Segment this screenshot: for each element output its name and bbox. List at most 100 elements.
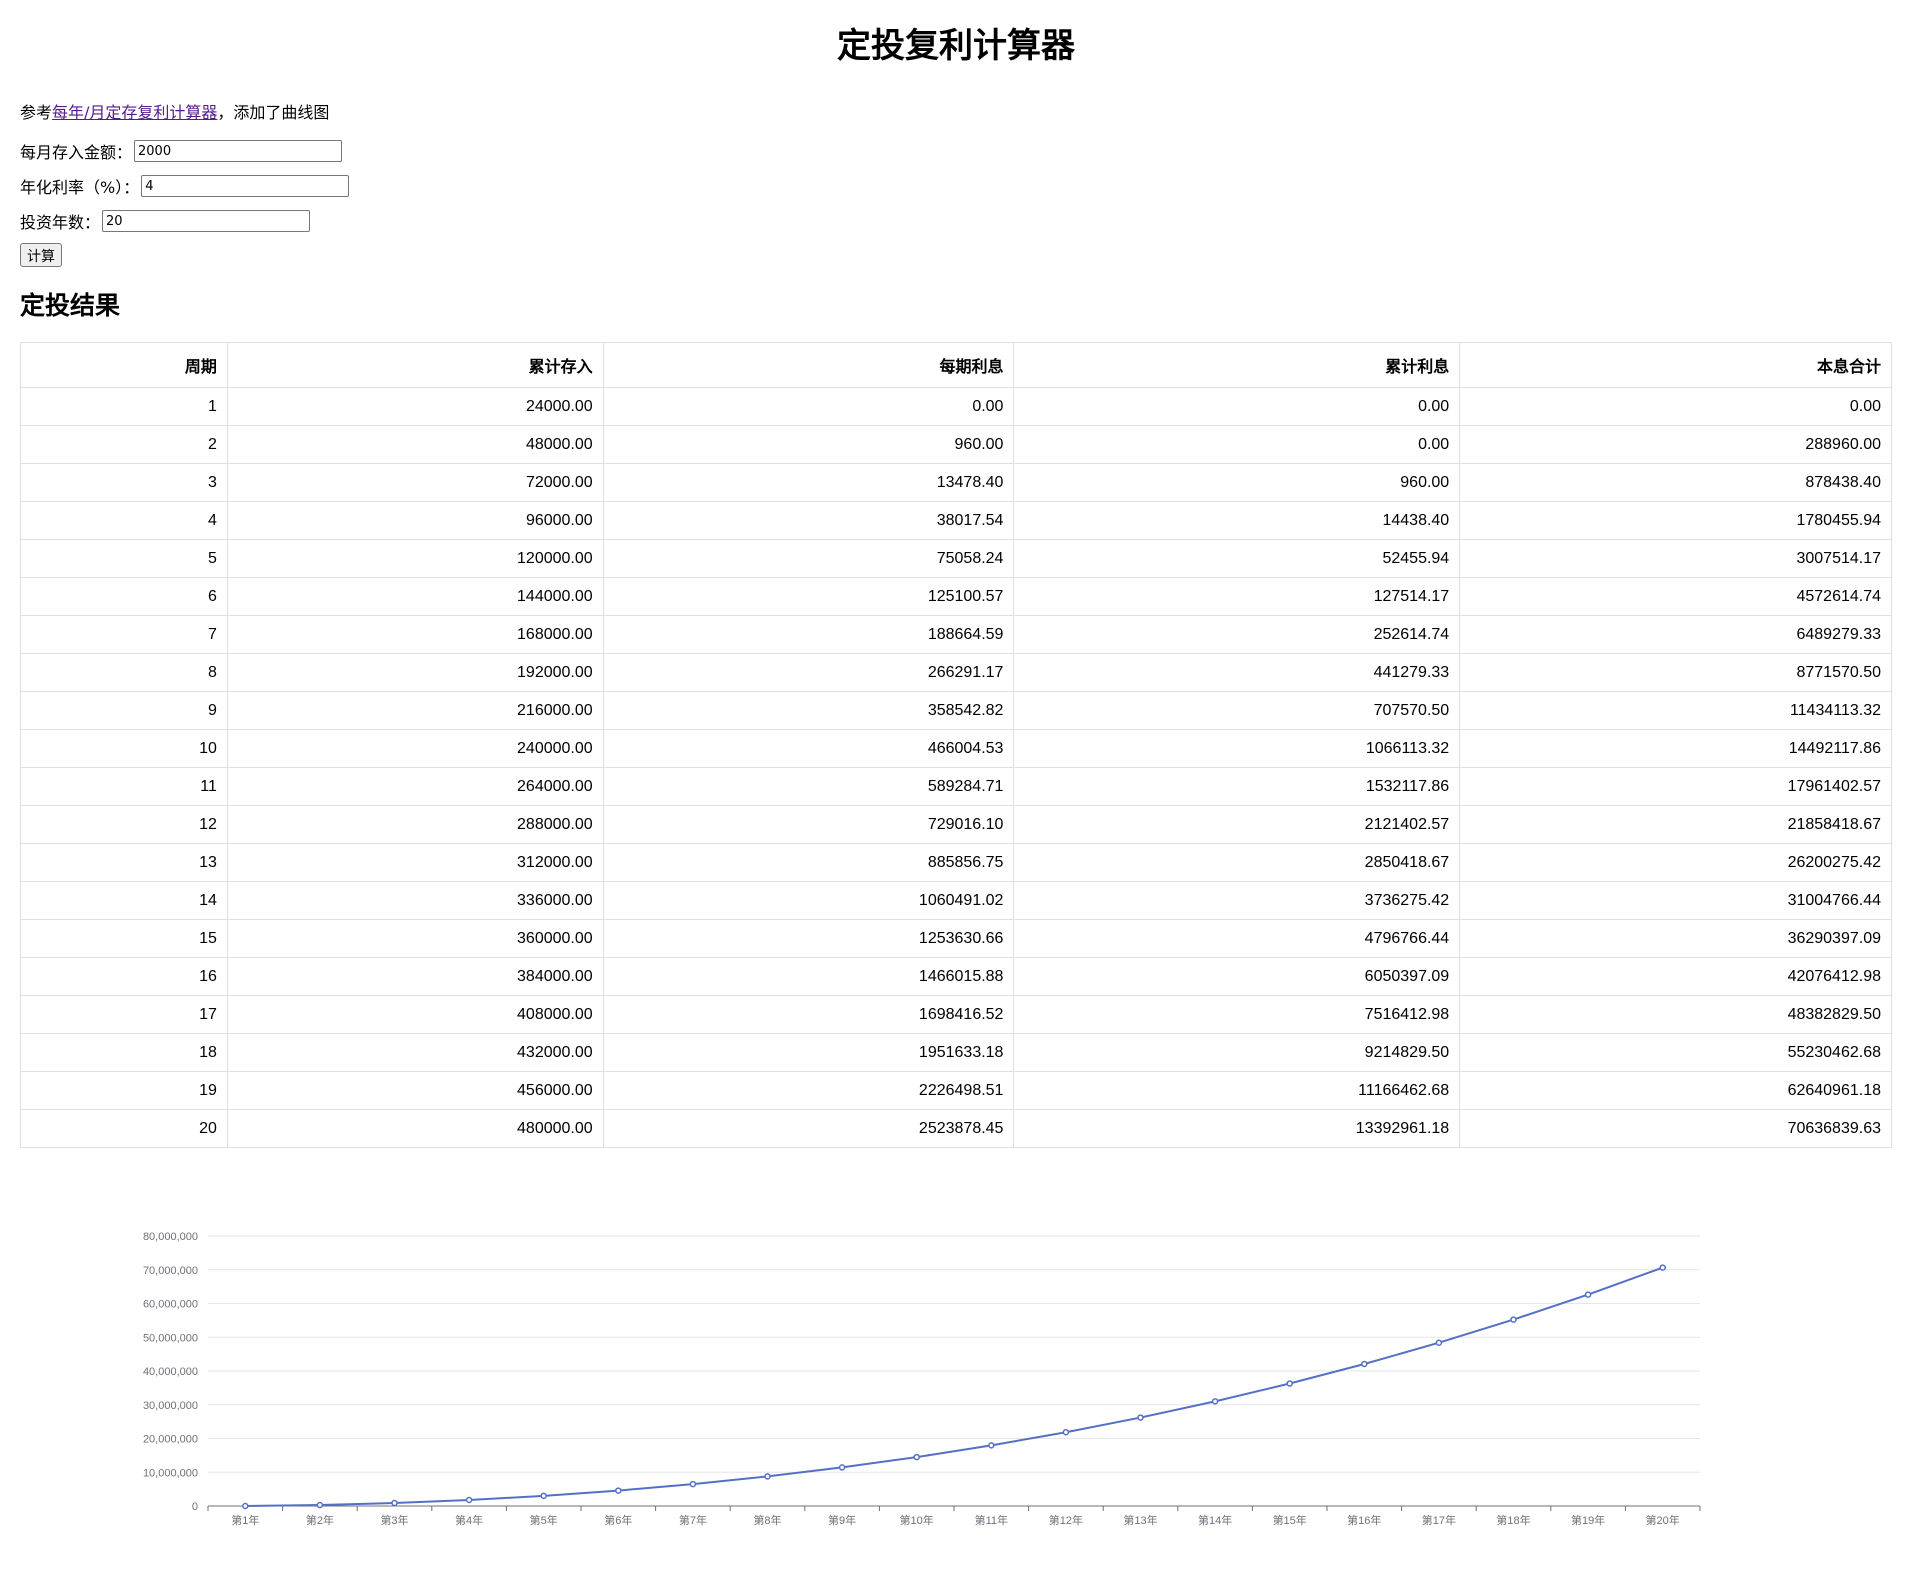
table-cell: 360000.00 xyxy=(226,919,604,958)
table-row: 17 408000.00 1698416.52 7516412.98 48382829.… xyxy=(20,995,1892,1034)
table-cell: 264000.00 xyxy=(226,767,604,806)
table-cell: 1466015.88 xyxy=(602,957,1015,996)
table-cell: 0.00 xyxy=(1013,387,1461,426)
table-cell: 55230462.68 xyxy=(1459,1033,1892,1072)
table-row: 15 360000.00 1253630.66 4796766.44 36290397.… xyxy=(20,919,1892,958)
data-point[interactable] xyxy=(1062,1428,1070,1436)
data-point[interactable] xyxy=(913,1453,920,1461)
table-cell: 15 xyxy=(20,919,228,958)
table-cell: 48382829.50 xyxy=(1459,995,1892,1034)
data-point[interactable] xyxy=(1361,1360,1368,1368)
monthly-amount-label: 每月存入金额： xyxy=(20,143,133,162)
data-point[interactable] xyxy=(1584,1291,1592,1298)
table-cell: 288000.00 xyxy=(226,805,604,844)
table-cell: 885856.75 xyxy=(602,843,1015,882)
data-point[interactable] xyxy=(465,1496,473,1504)
x-tick-label: 第8年 xyxy=(753,1513,781,1527)
intro-suffix: ，添加了曲线图 xyxy=(217,103,330,122)
table-row: 13 312000.00 885856.75 2850418.67 26200275.4… xyxy=(20,843,1892,882)
data-point[interactable] xyxy=(316,1501,324,1509)
table-cell: 707570.50 xyxy=(1013,691,1461,730)
data-point[interactable] xyxy=(1286,1380,1293,1387)
table-cell: 127514.17 xyxy=(1013,577,1461,616)
y-tick-label: 30,000,000 xyxy=(143,1400,198,1412)
data-point[interactable] xyxy=(1211,1398,1219,1405)
table-cell: 19 xyxy=(20,1071,228,1110)
data-point[interactable] xyxy=(615,1487,622,1494)
table-header-row: 周期 累计存入 每期利息 累计利息 本息合计 xyxy=(20,342,1892,388)
calculate-button[interactable]: 计算 xyxy=(20,243,62,267)
data-point[interactable] xyxy=(391,1499,398,1507)
table-cell: 5 xyxy=(20,539,228,578)
table-cell: 0.00 xyxy=(602,387,1015,426)
table-cell: 252614.74 xyxy=(1013,615,1461,654)
table-row: 19 456000.00 2226498.51 11166462.68 62640961… xyxy=(20,1071,1892,1110)
table-row: 3 72000.00 13478.40 960.00 878438.40 xyxy=(20,463,1892,502)
x-tick-label: 第15年 xyxy=(1273,1513,1307,1527)
x-tick-label: 第13年 xyxy=(1123,1513,1157,1527)
table-cell: 240000.00 xyxy=(226,729,604,768)
data-point[interactable] xyxy=(1435,1339,1443,1346)
table-row: 8 192000.00 266291.17 441279.33 8771570.50 xyxy=(20,653,1892,692)
column-header: 累计存入 xyxy=(226,342,604,388)
table-cell: 432000.00 xyxy=(226,1033,604,1072)
table-row: 10 240000.00 466004.53 1066113.32 14492117.8… xyxy=(20,729,1892,768)
table-cell: 16 xyxy=(20,957,228,996)
data-point[interactable] xyxy=(838,1464,846,1471)
y-tick-label: 50,000,000 xyxy=(143,1332,198,1344)
table-cell: 192000.00 xyxy=(226,653,604,692)
data-point[interactable] xyxy=(1137,1414,1144,1421)
table-cell: 13392961.18 xyxy=(1013,1109,1461,1148)
table-cell: 14492117.86 xyxy=(1459,729,1892,768)
table-row: 20 480000.00 2523878.45 13392961.18 70636839… xyxy=(20,1109,1892,1148)
table-cell: 11 xyxy=(20,767,228,806)
data-point[interactable] xyxy=(1659,1264,1666,1271)
annual-rate-input[interactable] xyxy=(141,175,350,197)
data-point[interactable] xyxy=(242,1502,249,1510)
table-cell: 216000.00 xyxy=(226,691,604,730)
table-cell: 466004.53 xyxy=(602,729,1015,768)
x-tick-label: 第10年 xyxy=(900,1513,934,1527)
table-cell: 336000.00 xyxy=(226,881,604,920)
table-cell: 52455.94 xyxy=(1013,539,1461,578)
table-cell: 960.00 xyxy=(602,425,1015,464)
table-cell: 266291.17 xyxy=(602,653,1015,692)
table-body: 1 24000.00 0.00 0.00 0.00 2 48000.00 960.00 0.00… xyxy=(20,387,1892,1148)
table-cell: 20 xyxy=(20,1109,228,1148)
data-point[interactable] xyxy=(988,1442,995,1449)
data-point[interactable] xyxy=(1510,1316,1517,1323)
table-cell: 1 xyxy=(20,387,228,426)
table-row: 7 168000.00 188664.59 252614.74 6489279.33 xyxy=(20,615,1892,654)
monthly-amount-row: 每月存入金额： xyxy=(20,138,1892,164)
table-cell: 7 xyxy=(20,615,228,654)
years-input[interactable] xyxy=(102,210,311,232)
table-cell: 48000.00 xyxy=(226,425,604,464)
y-tick-label: 80,000,000 xyxy=(143,1231,198,1243)
table-cell: 42076412.98 xyxy=(1459,957,1892,996)
data-point[interactable] xyxy=(689,1480,697,1488)
table-cell: 960.00 xyxy=(1013,463,1461,502)
intro-prefix: 参考 xyxy=(20,103,53,122)
reference-link[interactable]: 每年/月定存复利计算器 xyxy=(52,103,217,122)
column-header: 每期利息 xyxy=(602,342,1015,388)
table-cell: 120000.00 xyxy=(226,539,604,578)
table-cell: 38017.54 xyxy=(602,501,1015,540)
table-cell: 24000.00 xyxy=(226,387,604,426)
data-point[interactable] xyxy=(764,1473,771,1480)
table-cell: 2523878.45 xyxy=(602,1109,1015,1148)
table-cell: 188664.59 xyxy=(602,615,1015,654)
table-cell: 125100.57 xyxy=(602,577,1015,616)
table-cell: 480000.00 xyxy=(226,1109,604,1148)
x-tick-label: 第1年 xyxy=(231,1513,259,1527)
table-cell: 4 xyxy=(20,501,228,540)
table-cell: 729016.10 xyxy=(602,805,1015,844)
table-cell: 10 xyxy=(20,729,228,768)
table-cell: 441279.33 xyxy=(1013,653,1461,692)
table-cell: 6 xyxy=(20,577,228,616)
table-cell: 13 xyxy=(20,843,228,882)
monthly-amount-input[interactable] xyxy=(134,140,343,162)
x-tick-label: 第11年 xyxy=(975,1513,1008,1527)
data-point[interactable] xyxy=(540,1492,547,1500)
x-tick-label: 第3年 xyxy=(380,1513,408,1527)
table-cell: 14 xyxy=(20,881,228,920)
